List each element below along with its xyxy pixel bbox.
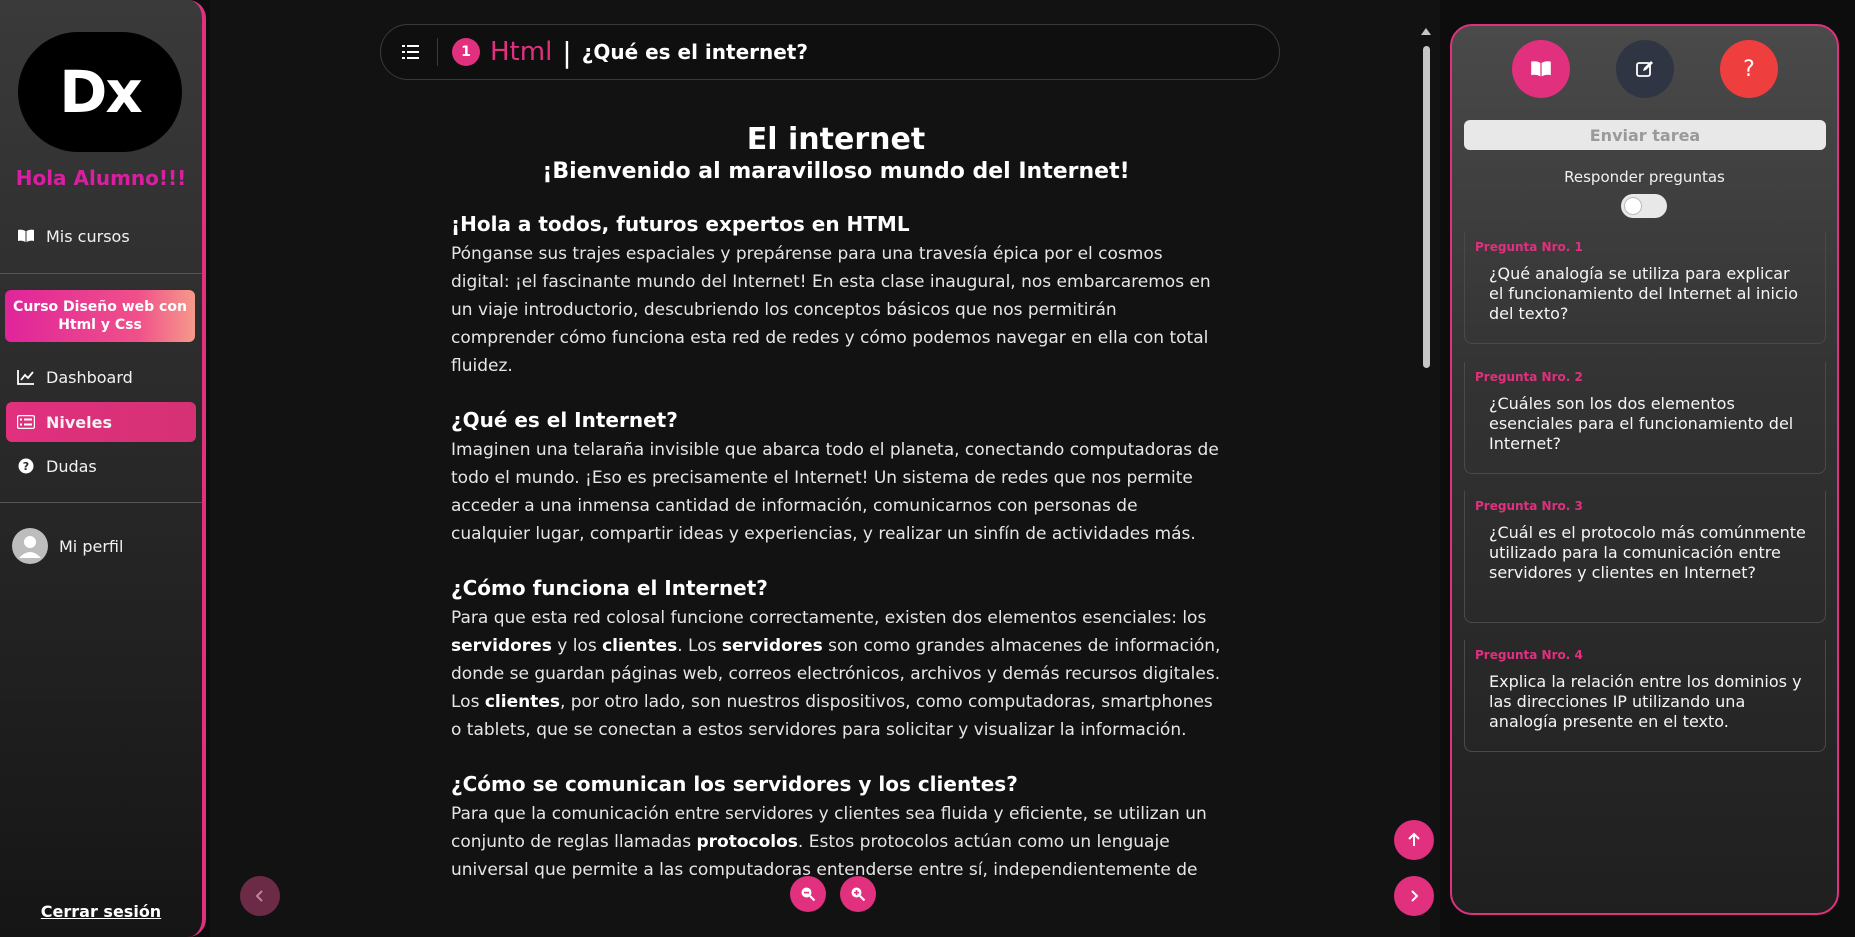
chevron-left-icon: [255, 890, 263, 902]
sidebar-item-dudas[interactable]: ? Dudas: [6, 446, 196, 486]
profile-link[interactable]: Mi perfil: [12, 528, 123, 564]
sidebar-item-dashboard[interactable]: Dashboard: [6, 357, 196, 397]
previous-lesson-button[interactable]: [240, 876, 280, 916]
current-course-card[interactable]: Curso Diseño web con Html y Css: [5, 290, 195, 342]
help-button[interactable]: ?: [1720, 40, 1778, 98]
section-title: ¿Cómo funciona el Internet?: [451, 576, 768, 600]
question-circle-icon: ?: [16, 457, 36, 475]
send-task-button[interactable]: Enviar tarea: [1464, 120, 1826, 150]
sidebar-item-my-courses[interactable]: Mis cursos: [6, 216, 196, 256]
edit-task-button[interactable]: [1616, 40, 1674, 98]
list-ordered-icon[interactable]: [401, 42, 421, 62]
arrow-up-icon: [1408, 832, 1420, 846]
logout-link[interactable]: Cerrar sesión: [0, 902, 202, 921]
question-card: Pregunta Nro. 3 ¿Cuál es el protocolo má…: [1464, 491, 1826, 623]
respond-questions-label: Responder preguntas: [1564, 168, 1725, 186]
section-paragraph: Imaginen una telaraña invisible que abar…: [451, 440, 1219, 544]
reading-button[interactable]: [1512, 40, 1570, 98]
sidebar-item-label: Mis cursos: [46, 226, 130, 246]
chart-line-icon: [16, 368, 36, 386]
chevron-right-icon: [1411, 890, 1419, 902]
toggle-knob: [1624, 197, 1642, 215]
section-paragraph: Pónganse sus trajes espaciales y prepáre…: [451, 244, 1211, 376]
scroll-to-top-button[interactable]: [1394, 820, 1434, 860]
list-icon: [16, 413, 36, 431]
section-paragraph: Para que esta red colosal funcione corre…: [451, 608, 1221, 740]
question-text: ¿Cuál es el protocolo más comúnmente uti…: [1489, 523, 1806, 582]
section-title: ¿Cómo se comunican los servidores y los …: [451, 772, 1018, 796]
respond-questions-toggle[interactable]: [1621, 194, 1667, 218]
tasks-panel: ? Enviar tarea Responder preguntas Pregu…: [1450, 24, 1839, 915]
divider: [0, 502, 202, 503]
title-separator: |: [562, 35, 572, 69]
section-paragraph: Para que la comunicación entre servidore…: [451, 804, 1207, 880]
next-lesson-button[interactable]: [1394, 876, 1434, 916]
section-title: ¿Qué es el Internet?: [451, 408, 678, 432]
article-title: El internet: [746, 122, 926, 157]
question-text: Explica la relación entre los dominios y…: [1489, 672, 1802, 731]
question-card: Pregunta Nro. 4 Explica la relación entr…: [1464, 640, 1826, 752]
question-label: Pregunta Nro. 3: [1475, 499, 1583, 513]
sidebar-item-niveles[interactable]: Niveles: [6, 402, 196, 442]
question-text: ¿Qué analogía se utiliza para explicar e…: [1489, 264, 1798, 323]
lesson-title: ¿Qué es el internet?: [581, 40, 808, 64]
divider: [0, 273, 202, 274]
logo-text: Dx: [59, 58, 143, 126]
zoom-in-icon: [851, 887, 866, 902]
logo[interactable]: Dx: [18, 32, 182, 152]
sidebar-item-label: Niveles: [46, 412, 113, 432]
zoom-in-button[interactable]: [840, 876, 876, 912]
divider: [437, 38, 438, 66]
question-label: Pregunta Nro. 1: [1475, 240, 1583, 254]
lesson-number-badge: 1: [452, 38, 480, 66]
zoom-out-button[interactable]: [790, 876, 826, 912]
scroll-up-arrow[interactable]: [1421, 28, 1431, 35]
sidebar: Dx Hola Alumno!!! Mis cursos Curso Diseñ…: [0, 0, 206, 937]
article-subtitle: ¡Bienvenido al maravilloso mundo del Int…: [542, 159, 1130, 184]
question-mark-icon: ?: [1743, 56, 1755, 82]
question-card: Pregunta Nro. 1 ¿Qué analogía se utiliza…: [1464, 232, 1826, 344]
avatar: [12, 528, 48, 564]
question-card: Pregunta Nro. 2 ¿Cuáles son los dos elem…: [1464, 362, 1826, 474]
book-open-icon: [1531, 61, 1551, 77]
profile-label: Mi perfil: [59, 536, 124, 556]
course-name: Html: [490, 37, 553, 67]
sidebar-item-label: Dashboard: [46, 367, 133, 387]
question-text: ¿Cuáles son los dos elementos esenciales…: [1489, 394, 1794, 453]
lesson-article: El internet ¡Bienvenido al maravilloso m…: [451, 122, 1221, 917]
edit-icon: [1636, 61, 1653, 77]
scrollbar[interactable]: [1423, 46, 1430, 368]
greeting: Hola Alumno!!!: [15, 166, 187, 190]
svg-text:?: ?: [23, 460, 29, 473]
question-label: Pregunta Nro. 4: [1475, 648, 1583, 662]
sidebar-item-label: Dudas: [46, 456, 97, 476]
zoom-out-icon: [801, 887, 816, 902]
main-content: 1 Html | ¿Qué es el internet? El interne…: [210, 0, 1440, 937]
lesson-header: 1 Html | ¿Qué es el internet?: [380, 24, 1280, 80]
book-open-icon: [16, 227, 36, 245]
section-title: ¡Hola a todos, futuros expertos en HTML: [451, 212, 910, 236]
question-label: Pregunta Nro. 2: [1475, 370, 1583, 384]
app: Dx Hola Alumno!!! Mis cursos Curso Diseñ…: [0, 0, 1855, 937]
